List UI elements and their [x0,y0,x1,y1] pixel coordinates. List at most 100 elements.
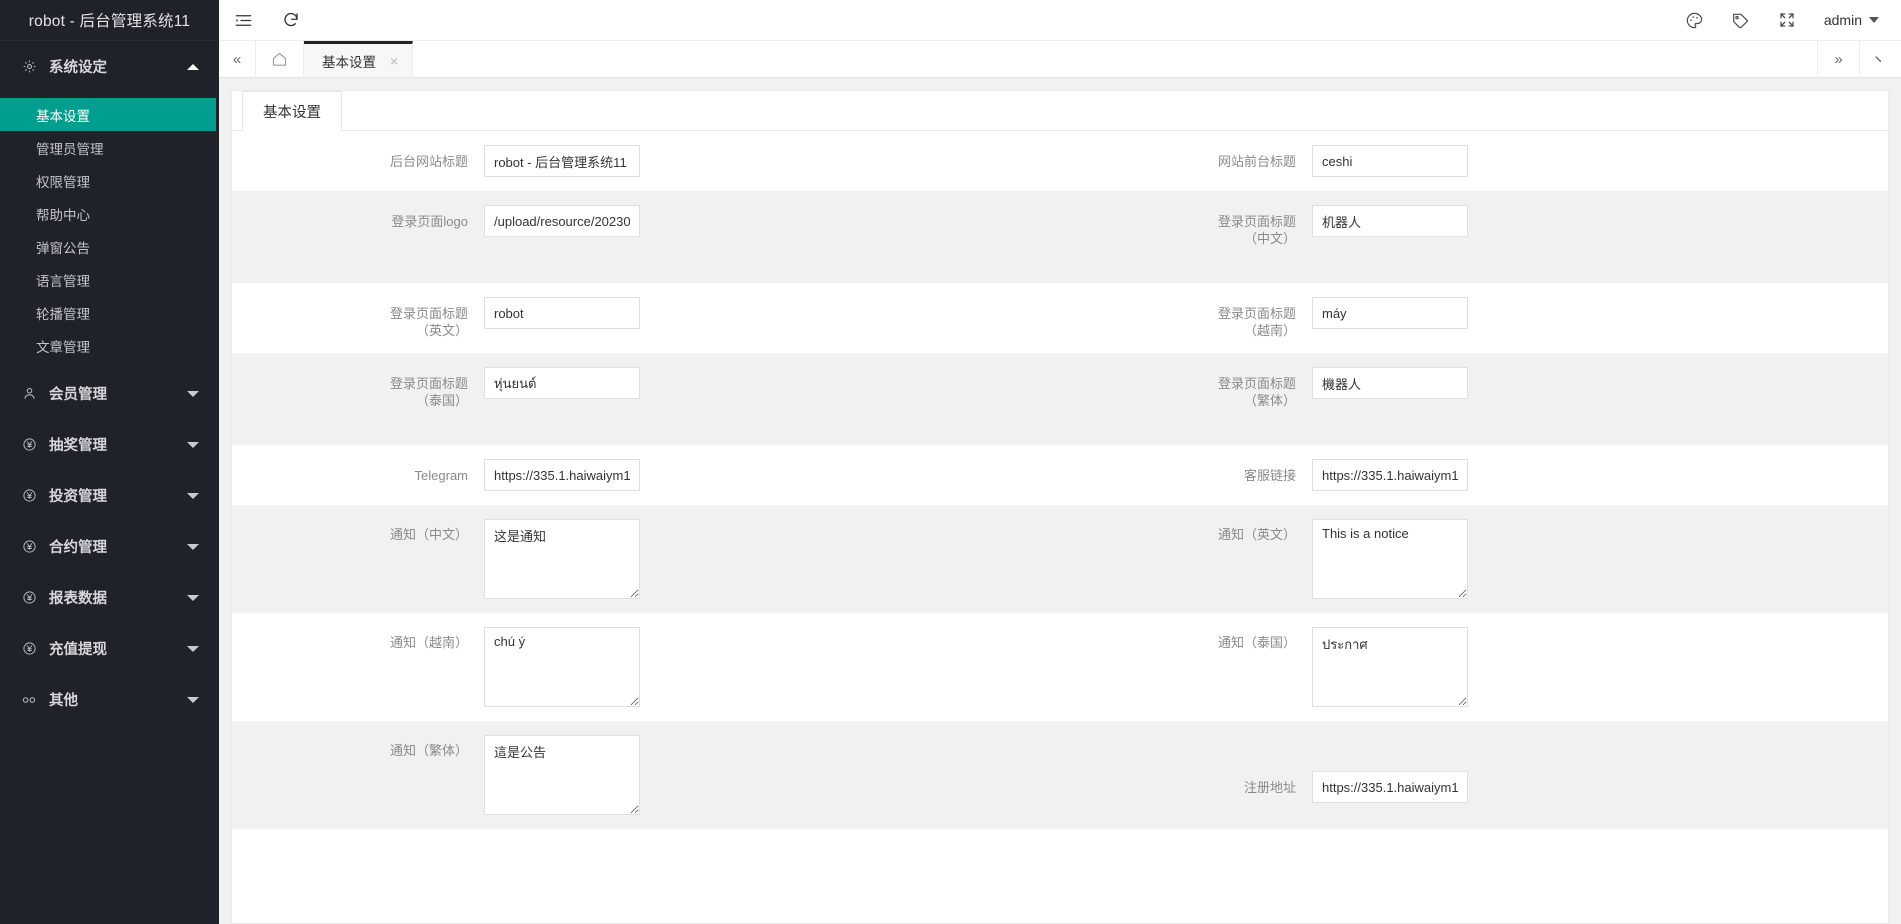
sidebar-item-0-2[interactable]: 权限管理 [0,164,219,197]
field-label-right-0: 网站前台标题 [1060,145,1312,170]
form-col-left: 登录页面标题（泰国） [232,367,1060,409]
form-row-0: 后台网站标题网站前台标题 [232,131,1888,191]
field-label-line1: 登录页面标题 [1218,376,1296,391]
textarea-left-5[interactable] [484,519,640,599]
field-label-right-5: 通知（英文） [1060,519,1312,543]
sidebar-group-label: 其他 [49,689,187,710]
sidebar-item-0-4[interactable]: 弹窗公告 [0,230,219,263]
field-wrap-right-4 [1312,459,1888,491]
form-col-left: 登录页面logo [232,205,1060,247]
sidebar-item-0-0[interactable]: 基本设置 [0,98,219,131]
chevron-down-icon [187,391,199,397]
palette-icon[interactable] [1672,0,1718,41]
field-label-line1: 通知（繁体） [390,743,468,758]
sidebar-item-0-7[interactable]: 文章管理 [0,329,219,362]
sidebar-group-1[interactable]: 会员管理 [0,368,219,419]
tag-icon[interactable] [1718,0,1764,41]
field-label-right-6: 通知（泰国） [1060,627,1312,651]
sidebar-item-0-1[interactable]: 管理员管理 [0,131,219,164]
field-label-line1: 登录页面标题 [1218,306,1296,321]
input-right-7[interactable] [1312,771,1468,803]
input-right-1[interactable] [1312,205,1468,237]
sidebar-group-0[interactable]: 系统设定 [0,41,219,92]
user-menu[interactable]: admin [1810,0,1901,41]
input-left-2[interactable] [484,297,640,329]
sidebar-group-2[interactable]: 抽奖管理 [0,419,219,470]
chevron-down-icon [187,544,199,550]
field-label-line1: 通知（中文） [390,527,468,542]
textarea-right-5[interactable] [1312,519,1468,599]
textarea-left-6[interactable] [484,627,640,707]
form-row-3: 登录页面标题（泰国）登录页面标题（繁体） [232,353,1888,445]
sidebar-item-0-6[interactable]: 轮播管理 [0,296,219,329]
input-left-1[interactable] [484,205,640,237]
field-label-left-1: 登录页面logo [232,205,484,230]
sidebar-group-label: 会员管理 [49,383,187,404]
field-wrap-left-4 [484,459,1060,491]
field-label-left-4: Telegram [232,459,484,484]
form-row-4: Telegram 客服链接 [232,445,1888,505]
sidebar-group-label: 报表数据 [49,587,187,608]
form-row-2: 登录页面标题 （英文） 登录页面标题（越南） [232,283,1888,353]
textarea-right-6[interactable] [1312,627,1468,707]
field-wrap-left-1 [484,205,1060,237]
input-left-4[interactable] [484,459,640,491]
input-right-4[interactable] [1312,459,1468,491]
field-wrap-right-2 [1312,297,1888,329]
sidebar-group-4[interactable]: 合约管理 [0,521,219,572]
sidebar-item-0-3[interactable]: 帮助中心 [0,197,219,230]
brand-title: robot - 后台管理系统11 [0,0,219,41]
sidebar-submenu-0: 基本设置管理员管理权限管理帮助中心弹窗公告语言管理轮播管理文章管理 [0,92,219,362]
textarea-left-7[interactable] [484,735,640,815]
field-label-left-6: 通知（越南） [232,627,484,651]
gear-icon [18,59,40,74]
input-left-0[interactable] [484,145,640,177]
field-wrap-left-3 [484,367,1060,399]
close-icon[interactable]: × [390,54,398,68]
input-right-0[interactable] [1312,145,1468,177]
fullscreen-icon[interactable] [1764,0,1810,41]
sidebar-group-7[interactable]: 其他 [0,674,219,725]
input-right-3[interactable] [1312,367,1468,399]
field-wrap-right-3 [1312,367,1888,399]
sidebar-group-3[interactable]: 投资管理 [0,470,219,521]
yen-icon [18,641,40,656]
field-label-line1: Telegram [415,468,468,483]
field-label-line2: （越南） [1060,322,1296,339]
sidebar: robot - 后台管理系统11 系统设定基本设置管理员管理权限管理帮助中心弹窗… [0,0,219,924]
sidebar-item-label: 文章管理 [36,336,90,356]
yen-icon [18,539,40,554]
input-left-3[interactable] [484,367,640,399]
input-right-2[interactable] [1312,297,1468,329]
sidebar-group-5[interactable]: 报表数据 [0,572,219,623]
form-row-7: 通知（繁体） 注册地址 [232,721,1888,829]
field-label-right-1: 登录页面标题（中文） [1060,205,1312,247]
field-wrap-right-1 [1312,205,1888,237]
sidebar-group-6[interactable]: 充值提现 [0,623,219,674]
refresh-icon[interactable] [267,0,315,41]
field-label-line2: （英文） [232,322,468,339]
field-wrap-left-6 [484,627,1060,707]
card-tab-basic-settings[interactable]: 基本设置 [242,91,342,131]
field-label-right-2: 登录页面标题（越南） [1060,297,1312,339]
chevron-double-left-icon[interactable]: « [219,41,256,77]
chevron-down-icon [187,493,199,499]
yen-icon [18,488,40,503]
card-tab-label: 基本设置 [263,101,321,122]
field-label-line1: 注册地址 [1244,780,1296,795]
field-wrap-left-2 [484,297,1060,329]
field-label-line1: 网站前台标题 [1218,154,1296,169]
page-tab-basic-settings[interactable]: 基本设置 × [304,41,413,77]
chevron-double-right-icon[interactable]: » [1817,41,1859,77]
tab-more-chevron-down-icon[interactable] [1859,41,1901,77]
form-col-right: 网站前台标题 [1060,145,1888,177]
form-col-right: 客服链接 [1060,459,1888,491]
sidebar-group-label: 抽奖管理 [49,434,187,455]
field-label-right-3: 登录页面标题（繁体） [1060,367,1312,409]
chevron-down-icon [187,442,199,448]
home-icon[interactable] [256,41,304,77]
field-wrap-right-6 [1312,627,1888,707]
form-col-right: 通知（英文） [1060,519,1888,599]
sidebar-item-0-5[interactable]: 语言管理 [0,263,219,296]
menu-indent-icon[interactable] [219,0,267,41]
